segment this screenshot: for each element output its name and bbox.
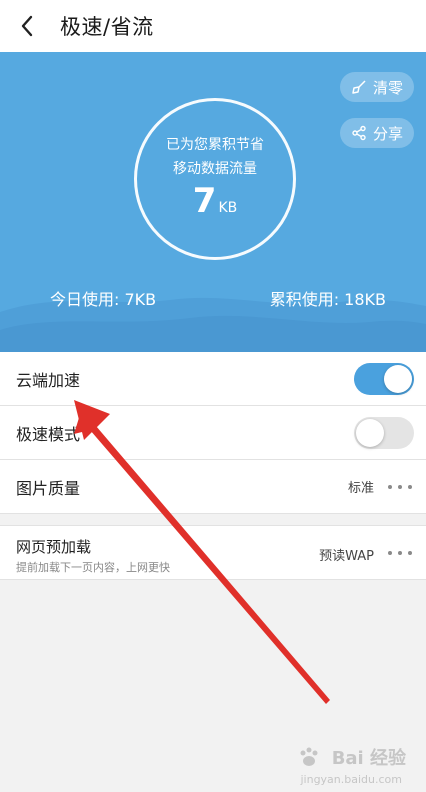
- setting-label: 网页预加载: [16, 538, 92, 556]
- baidu-paw-logo: [300, 747, 318, 766]
- more-dots-icon[interactable]: [388, 484, 412, 490]
- share-button[interactable]: 分享: [340, 118, 414, 148]
- total-usage: 累积使用: 18KB: [269, 290, 386, 309]
- more-dots-icon[interactable]: [388, 550, 412, 556]
- savings-ring: 已为您累积节省 移动数据流量 7 KB: [134, 98, 296, 260]
- setting-label: 极速模式: [16, 424, 81, 444]
- setting-cloud-accel[interactable]: 云端加速: [0, 352, 426, 406]
- share-label: 分享: [372, 124, 403, 143]
- setting-image-quality[interactable]: 图片质量 标准: [0, 460, 426, 514]
- data-saving-panel: 已为您累积节省 移动数据流量 7 KB 清零 分享 今日使用: 7KB 累积使用:…: [0, 52, 426, 352]
- chevron-left-icon: [21, 15, 33, 37]
- speed-mode-toggle[interactable]: [354, 417, 414, 449]
- toggle-knob: [384, 365, 412, 393]
- today-usage: 今日使用: 7KB: [50, 290, 157, 309]
- top-bar: 极速/省流: [0, 0, 426, 52]
- toggle-knob: [356, 419, 384, 447]
- setting-label: 云端加速: [16, 370, 81, 390]
- savings-unit: KB: [218, 200, 238, 216]
- setting-web-preload[interactable]: 网页预加载 提前加载下一页内容，上网更快 预读WAP: [0, 526, 426, 580]
- wave-decoration: [0, 297, 426, 352]
- setting-label: 图片质量: [16, 478, 81, 498]
- back-button[interactable]: [0, 0, 54, 52]
- watermark-url: jingyan.baidu.com: [300, 773, 402, 786]
- settings-list: 云端加速 极速模式 图片质量 标准: [0, 352, 426, 514]
- savings-value: 7 KB: [137, 181, 293, 221]
- savings-caption-2: 移动数据流量: [173, 161, 257, 177]
- savings-number: 7: [192, 181, 217, 221]
- clear-button[interactable]: 清零: [340, 72, 414, 102]
- page-title: 极速/省流: [60, 15, 154, 39]
- image-quality-value: 标准: [347, 481, 374, 496]
- cloud-accel-toggle[interactable]: [354, 363, 414, 395]
- share-icon: [352, 125, 366, 141]
- clear-label: 清零: [372, 78, 403, 97]
- setting-speed-mode[interactable]: 极速模式: [0, 406, 426, 460]
- watermark-brand: Bai 经验: [331, 748, 406, 769]
- setting-description: 提前加载下一页内容，上网更快: [16, 561, 170, 574]
- savings-caption-1: 已为您累积节省: [166, 137, 264, 153]
- section-divider: [0, 514, 426, 526]
- web-preload-value: 预读WAP: [319, 549, 374, 564]
- broom-icon: [352, 80, 366, 94]
